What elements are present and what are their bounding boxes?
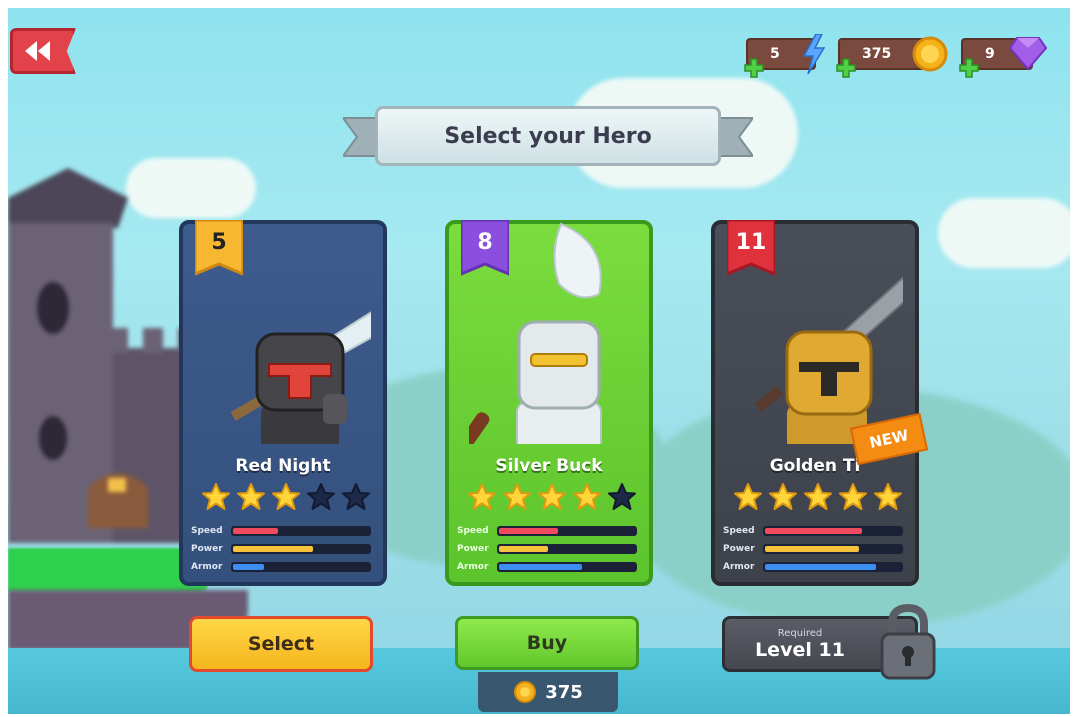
stat-bar (231, 562, 371, 572)
stat-speed: Speed (457, 524, 637, 538)
stat-armor: Armor (457, 560, 637, 574)
price-value: 375 (545, 681, 583, 703)
select-button[interactable]: Select (189, 616, 373, 672)
star-filled-icon (734, 483, 762, 510)
speed-fill (499, 528, 558, 534)
required-level: Level 11 (755, 638, 845, 661)
gem-counter[interactable]: 9 (959, 37, 1047, 78)
stat-speed: Speed (191, 524, 371, 538)
star-filled-icon (573, 483, 601, 510)
game-screen: 5 375 9 Select your Hero 5 Red Night Spe… (8, 8, 1070, 714)
armor-fill (233, 564, 264, 570)
padlock-icon (880, 604, 936, 680)
coin-counter[interactable]: 375 (836, 36, 948, 78)
stat-label: Power (723, 544, 755, 554)
stat-label: Power (191, 544, 223, 554)
hero-card-red-night[interactable]: 5 Red Night Speed Power Armor (179, 220, 387, 586)
armor-fill (499, 564, 582, 570)
stat-bar (763, 544, 903, 554)
star-filled-icon (272, 483, 300, 510)
star-filled-icon (538, 483, 566, 510)
hero-name: Silver Buck (495, 456, 603, 476)
stat-bar (497, 562, 637, 572)
stat-armor: Armor (723, 560, 903, 574)
armor-fill (765, 564, 876, 570)
stat-label: Armor (457, 562, 489, 572)
power-fill (233, 546, 313, 552)
silver-knight-illustration (469, 222, 602, 444)
stat-label: Armor (723, 562, 755, 572)
star-filled-icon (237, 483, 265, 510)
star-filled-icon (503, 483, 531, 510)
plus-icon[interactable] (959, 58, 979, 78)
hero-name: Red Night (235, 456, 331, 476)
star-empty-icon (307, 483, 335, 510)
stat-bar (497, 544, 637, 554)
title-banner: Select your Hero (343, 106, 753, 172)
required-label: Required (777, 627, 823, 639)
stat-bar (763, 562, 903, 572)
star-filled-icon (202, 483, 230, 510)
stat-bar (763, 526, 903, 536)
star-empty-icon (608, 483, 636, 510)
golden-knight-illustration (755, 276, 903, 444)
hero-card-silver-buck[interactable]: 8 Silver Buck Speed Power Armor (445, 220, 653, 586)
buy-price: 375 (478, 672, 618, 712)
island-grass (8, 548, 208, 592)
star-rating (733, 482, 903, 512)
star-filled-icon (769, 483, 797, 510)
stat-power: Power (191, 542, 371, 556)
lightning-icon (802, 34, 826, 74)
stat-bar (231, 526, 371, 536)
star-filled-icon (874, 483, 902, 510)
stat-bar (497, 526, 637, 536)
star-rating (201, 482, 371, 512)
energy-counter[interactable]: 5 (744, 34, 826, 78)
stat-armor: Armor (191, 560, 371, 574)
page-title: Select your Hero (375, 106, 721, 166)
stat-power: Power (457, 542, 637, 556)
stat-power: Power (723, 542, 903, 556)
stat-label: Power (457, 544, 489, 554)
star-filled-icon (468, 483, 496, 510)
stat-label: Speed (457, 526, 489, 536)
background-cloud (938, 198, 1070, 268)
coin-icon (912, 36, 948, 72)
power-fill (765, 546, 859, 552)
stat-speed: Speed (723, 524, 903, 538)
stat-label: Speed (723, 526, 755, 536)
speed-fill (233, 528, 278, 534)
rewind-icon (25, 41, 50, 61)
back-button[interactable] (10, 28, 76, 74)
coin-icon (514, 681, 537, 703)
red-knight-illustration (230, 311, 371, 444)
star-rating (467, 482, 637, 512)
star-filled-icon (839, 483, 867, 510)
stat-label: Speed (191, 526, 223, 536)
power-fill (499, 546, 549, 552)
plus-icon[interactable] (836, 58, 856, 78)
hero-card-golden-ti[interactable]: 11 Golden Ti Speed Power Armor (711, 220, 919, 586)
star-filled-icon (804, 483, 832, 510)
stat-bar (231, 544, 371, 554)
buy-button[interactable]: Buy (455, 616, 639, 670)
star-empty-icon (342, 483, 370, 510)
speed-fill (765, 528, 862, 534)
stat-label: Armor (191, 562, 223, 572)
plus-icon[interactable] (744, 58, 764, 78)
gem-icon (1009, 37, 1047, 70)
